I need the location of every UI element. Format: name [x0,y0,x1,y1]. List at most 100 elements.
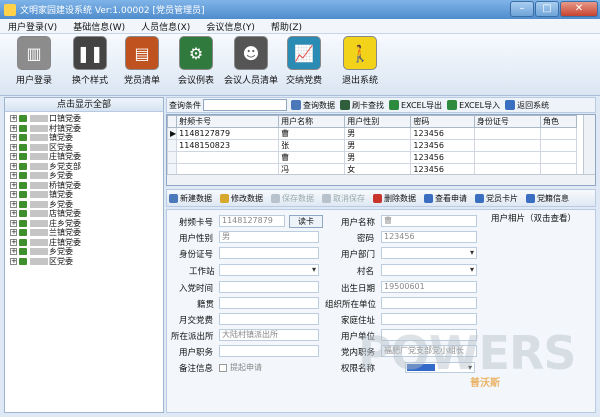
menu-login[interactable]: 用户登录(V) [0,20,65,33]
tree-node[interactable]: + 镇党委 [5,133,163,143]
vertical-scrollbar[interactable] [583,115,595,175]
table-cell[interactable]: 张 [278,139,346,152]
table-cell[interactable]: 123456 [410,151,475,164]
save-data-button[interactable]: 保存数据 [269,193,314,204]
toolbar-style-button[interactable]: ❚❚ 换个样式 [60,36,120,94]
checkbox-box[interactable] [219,363,227,372]
expand-icon[interactable]: + [10,115,17,123]
tree-node[interactable]: + 村镇党委 [5,124,163,134]
query-button[interactable]: 查询数据 [291,100,335,111]
tree-node[interactable]: + 桥镇党委 [5,181,163,191]
tree-node[interactable]: + 区党委 [5,143,163,153]
column-header[interactable]: 角色 [540,115,577,128]
dept-select[interactable] [381,247,477,259]
delete-data-button[interactable]: 删除数据 [371,193,416,204]
member-card-button[interactable]: 党员卡片 [473,193,518,204]
card-search-button[interactable]: 刷卡查找 [340,100,384,111]
tree-node[interactable]: + 庄镇党委 [5,152,163,162]
password-field[interactable]: 123456 [381,231,477,243]
column-header[interactable]: 用户性别 [344,115,412,128]
table-cell[interactable] [540,127,577,140]
menu-basic-info[interactable]: 基础信息(W) [65,20,133,33]
tree-node[interactable]: + 乡党委 [5,247,163,257]
column-header[interactable]: 密码 [410,115,475,128]
expand-icon[interactable]: + [10,134,17,142]
station-select[interactable] [219,264,319,276]
expand-icon[interactable]: + [10,248,17,256]
birth-field[interactable]: 19500601 [381,281,477,293]
duty-field[interactable] [219,345,319,357]
expand-icon[interactable]: + [10,210,17,218]
police-station-field[interactable]: 大陆村镇派出所 [219,329,319,341]
tree-node[interactable]: + 庄镇党委 [5,238,163,248]
toolbar-exit-button[interactable]: 🚶 退出系统 [330,36,390,94]
table-cell[interactable]: 男 [344,139,412,152]
toolbar-login-button[interactable]: ▥ 用户登录 [4,36,64,94]
address-field[interactable] [381,313,477,325]
tree-node[interactable]: + 庄乡党委 [5,219,163,229]
menu-help[interactable]: 帮助(Z) [263,20,310,33]
tree-node[interactable]: + 店镇党委 [5,209,163,219]
expand-icon[interactable]: + [10,219,17,227]
table-cell[interactable] [473,139,542,152]
toolbar-meeting-people-button[interactable]: ☻ 会议人员清单 [220,36,282,94]
gender-field[interactable]: 男 [219,231,319,243]
toolbar-meeting-list-button[interactable]: ⚙ 会议例表 [166,36,226,94]
cancel-save-button[interactable]: 取消保存 [320,193,365,204]
horizontal-scrollbar[interactable] [167,174,595,185]
expand-icon[interactable]: + [10,257,17,265]
table-cell[interactable]: 123456 [410,127,475,140]
table-row[interactable]: 曹男 123456 [167,151,577,164]
expand-icon[interactable]: + [10,162,17,170]
table-cell[interactable] [473,127,542,140]
village-select[interactable] [381,264,477,276]
table-cell[interactable]: 123456 [410,139,475,152]
name-field[interactable]: 曹 [381,215,477,227]
excel-import-button[interactable]: EXCEL导入 [447,100,500,111]
menu-meeting-info[interactable]: 会议信息(Y) [198,20,263,33]
toolbar-member-list-button[interactable]: ▤ 党员清单 [112,36,172,94]
apply-checkbox[interactable]: 提起申请 [219,362,262,373]
read-card-button[interactable]: 读卡 [289,215,323,228]
return-button[interactable]: 返回系统 [505,100,549,111]
expand-icon[interactable]: + [10,200,17,208]
toolbar-party-fee-button[interactable]: 📈 交纳党费 [274,36,334,94]
edit-data-button[interactable]: 修改数据 [218,193,263,204]
expand-icon[interactable]: + [10,143,17,151]
org-field[interactable] [381,297,477,309]
column-header[interactable]: 用户名称 [278,115,346,128]
table-row[interactable]: ▶ 1148127879 曹男 123456 [167,127,577,140]
table-cell[interactable]: 男 [344,151,412,164]
expand-icon[interactable]: + [10,181,17,189]
expand-icon[interactable]: + [10,172,17,180]
expand-icon[interactable]: + [10,153,17,161]
expand-icon[interactable]: + [10,191,17,199]
table-cell[interactable] [540,139,577,152]
tree-node[interactable]: + 区党委 [5,257,163,267]
expand-icon[interactable]: + [10,238,17,246]
photo-label[interactable]: 用户相片（双击查看） [491,212,576,224]
new-data-button[interactable]: 新建数据 [167,193,212,204]
fee-field[interactable] [219,313,319,325]
menu-person-info[interactable]: 人员信息(X) [133,20,198,33]
close-button[interactable]: ✕ [560,1,598,17]
table-cell[interactable] [473,151,542,164]
tree-node[interactable]: + 乡党委 [5,200,163,210]
id-field[interactable] [219,247,319,259]
table-cell[interactable] [176,151,280,164]
table-cell[interactable] [540,151,577,164]
party-record-button[interactable]: 党籍信息 [524,193,569,204]
tree-node[interactable]: + 乡党委 [5,171,163,181]
table-cell[interactable]: 1148127879 [176,127,280,140]
column-header[interactable]: 身份证号 [473,115,542,128]
tree-node[interactable]: + 口镇党委 [5,114,163,124]
expand-icon[interactable]: + [10,229,17,237]
table-cell[interactable]: 1148150823 [176,139,280,152]
join-date-field[interactable] [219,281,319,293]
minimize-button[interactable]: – [510,1,534,17]
expand-icon[interactable]: + [10,124,17,132]
maximize-button[interactable]: □ [535,1,559,17]
excel-export-button[interactable]: EXCEL导出 [389,100,442,111]
card-field[interactable]: 1148127879 [219,215,285,227]
query-input[interactable] [203,99,287,111]
